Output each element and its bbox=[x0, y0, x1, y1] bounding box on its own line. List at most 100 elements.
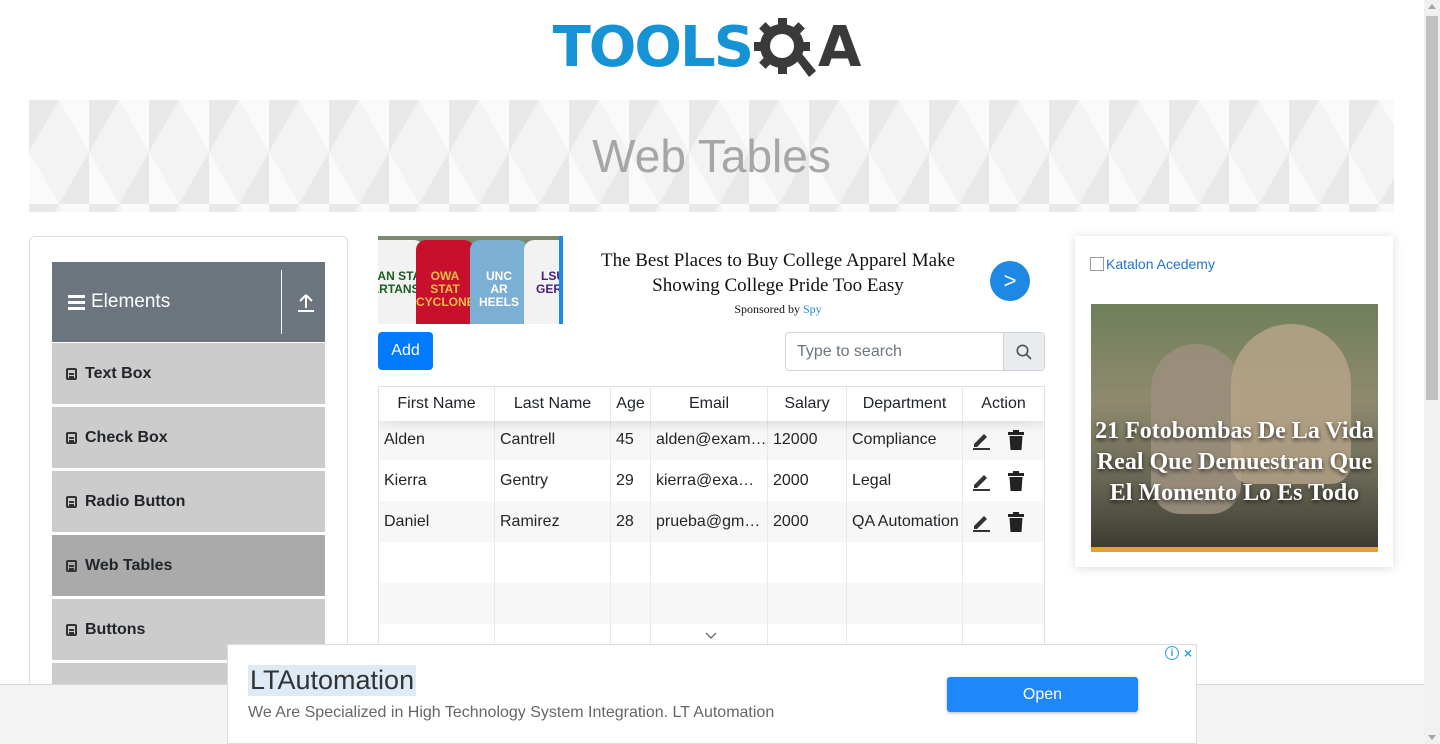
ad-arrow-button[interactable]: > bbox=[990, 261, 1030, 301]
broken-image-icon bbox=[1090, 257, 1104, 271]
sidebar-item-label: Text Box bbox=[85, 364, 152, 382]
edit-icon[interactable] bbox=[971, 430, 991, 450]
empty-table-row bbox=[379, 542, 1044, 583]
column-header[interactable]: Last Name bbox=[495, 387, 611, 421]
table-cell: Kierra bbox=[379, 460, 495, 501]
delete-icon[interactable] bbox=[1007, 470, 1025, 491]
sidebar-item-text-box[interactable]: Text Box bbox=[52, 343, 325, 405]
table-cell: Gentry bbox=[495, 460, 611, 501]
table-cell: kierra@example.com bbox=[651, 460, 768, 501]
sidebar-item-web-tables[interactable]: Web Tables bbox=[52, 535, 325, 597]
list-icon bbox=[66, 623, 77, 636]
scroll-down-arrow[interactable] bbox=[1428, 735, 1436, 740]
logo-text: TOOLS bbox=[552, 15, 754, 80]
logo-a-text: A bbox=[818, 15, 862, 80]
search-input[interactable]: Type to search bbox=[786, 333, 1003, 370]
list-icon bbox=[66, 367, 77, 380]
table-cell: 29 bbox=[611, 460, 651, 501]
group-title: Elements bbox=[91, 291, 171, 312]
table-cell: Cantrell bbox=[495, 419, 611, 460]
ad-image[interactable]: BAN STAARTANS OWA STATCYCLONES UNCAR HEE… bbox=[378, 236, 563, 324]
sponsored-prefix: Sponsored by bbox=[734, 302, 800, 316]
ad-title[interactable]: The Best Places to Buy College Apparel M… bbox=[583, 248, 973, 299]
delete-icon[interactable] bbox=[1007, 429, 1025, 450]
search-button[interactable] bbox=[1003, 333, 1044, 370]
divider bbox=[281, 270, 282, 334]
page-scrollbar[interactable] bbox=[1424, 0, 1440, 744]
column-header: Action bbox=[981, 395, 1026, 412]
table-cell: Alden bbox=[379, 419, 495, 460]
table-cell: Ramirez bbox=[495, 501, 611, 542]
table-cell: 12000 bbox=[768, 419, 847, 460]
empty-table-row bbox=[379, 583, 1044, 624]
table-cell: QA Automation bbox=[847, 501, 963, 542]
sidebar-item-check-box[interactable]: Check Box bbox=[52, 407, 325, 469]
sidebar-item-label: Check Box bbox=[85, 428, 168, 446]
action-cell bbox=[963, 501, 1044, 542]
table-cell: Compliance bbox=[847, 419, 963, 460]
column-header[interactable]: Email bbox=[651, 387, 768, 421]
sidebar-item-radio-button[interactable]: Radio Button bbox=[52, 471, 325, 533]
page-banner: Web Tables bbox=[29, 100, 1394, 212]
bottom-ad-description: We Are Specialized in High Technology Sy… bbox=[248, 704, 775, 721]
table-cell: 2000 bbox=[768, 501, 847, 542]
scroll-up-arrow[interactable] bbox=[1428, 4, 1436, 9]
table-cell: alden@example.com bbox=[651, 419, 768, 460]
table-cell: Daniel bbox=[379, 501, 495, 542]
shirt-image: LSUGERS bbox=[524, 240, 559, 324]
scroll-thumb[interactable] bbox=[1426, 16, 1438, 400]
column-header[interactable]: First Name bbox=[379, 387, 495, 421]
shirt-image: OWA STAT CYCLONES bbox=[416, 240, 483, 324]
table-cell: 2000 bbox=[768, 460, 847, 501]
table-row: Kierra Gentry 29 kierra@example.com 2000… bbox=[379, 460, 1044, 501]
edit-icon[interactable] bbox=[971, 512, 991, 532]
table-cell: Legal bbox=[847, 460, 963, 501]
katalon-link-text: Katalon Acedemy bbox=[1106, 256, 1215, 272]
table-header: First Name Last Name Age Email Salary De… bbox=[379, 387, 1044, 421]
column-header[interactable]: Age bbox=[611, 387, 651, 421]
chevron-down-icon[interactable] bbox=[705, 630, 717, 642]
column-header[interactable]: Salary bbox=[768, 387, 847, 421]
sidebar-item-label: Radio Button bbox=[85, 492, 186, 510]
close-icon[interactable]: × bbox=[1181, 645, 1195, 661]
table-row: Alden Cantrell 45 alden@example.com 1200… bbox=[379, 419, 1044, 460]
action-cell bbox=[963, 419, 1044, 460]
shirt-image: UNC AR HEELS bbox=[470, 240, 528, 324]
search-icon bbox=[1016, 344, 1032, 360]
table-cell: 28 bbox=[611, 501, 651, 542]
list-icon bbox=[66, 559, 77, 572]
ad-headline: 21 Fotobombas De La Vida Real Que Demues… bbox=[1095, 418, 1374, 507]
web-table: First Name Last Name Age Email Salary De… bbox=[378, 386, 1045, 686]
ad-sponsor: Sponsored by Spy bbox=[583, 302, 973, 317]
katalon-link[interactable]: Katalon Acedemy bbox=[1090, 256, 1215, 272]
sidebar-item-label: Web Tables bbox=[85, 556, 173, 574]
ad-photo[interactable]: 21 Fotobombas De La Vida Real Que Demues… bbox=[1091, 304, 1378, 552]
list-icon bbox=[66, 431, 77, 444]
sponsor-link[interactable]: Spy bbox=[803, 302, 822, 316]
upload-icon[interactable] bbox=[296, 292, 316, 314]
open-button[interactable]: Open bbox=[947, 677, 1138, 712]
sidebar-item-label: Buttons bbox=[85, 620, 146, 638]
toolsqa-logo[interactable]: TOOLS A bbox=[552, 13, 862, 83]
sponsored-ad[interactable]: BAN STAARTANS OWA STATCYCLONES UNCAR HEE… bbox=[378, 236, 1045, 324]
elements-group-header[interactable]: Elements bbox=[52, 262, 325, 342]
column-header[interactable]: Department bbox=[847, 387, 963, 421]
side-ad[interactable]: Katalon Acedemy 21 Fotobombas De La Vida… bbox=[1075, 236, 1393, 567]
search-box: Type to search bbox=[785, 332, 1045, 371]
edit-icon[interactable] bbox=[971, 471, 991, 491]
table-cell: 45 bbox=[611, 419, 651, 460]
bottom-ad[interactable]: LTAutomation We Are Specialized in High … bbox=[227, 644, 1197, 744]
site-header: TOOLS A bbox=[0, 0, 1424, 96]
info-icon[interactable]: i bbox=[1165, 646, 1179, 660]
page-title: Web Tables bbox=[592, 130, 831, 182]
action-cell bbox=[963, 460, 1044, 501]
list-icon bbox=[66, 495, 77, 508]
table-cell: prueba@gmail.com bbox=[651, 501, 768, 542]
add-button[interactable]: Add bbox=[378, 332, 433, 370]
delete-icon[interactable] bbox=[1007, 511, 1025, 532]
table-row: Daniel Ramirez 28 prueba@gmail.com 2000 … bbox=[379, 501, 1044, 542]
gear-magnifier-icon bbox=[754, 18, 817, 77]
hamburger-icon bbox=[68, 294, 85, 310]
sidebar: Elements Text Box Check Box Radio Button… bbox=[29, 236, 348, 725]
bottom-ad-title[interactable]: LTAutomation bbox=[248, 665, 417, 696]
